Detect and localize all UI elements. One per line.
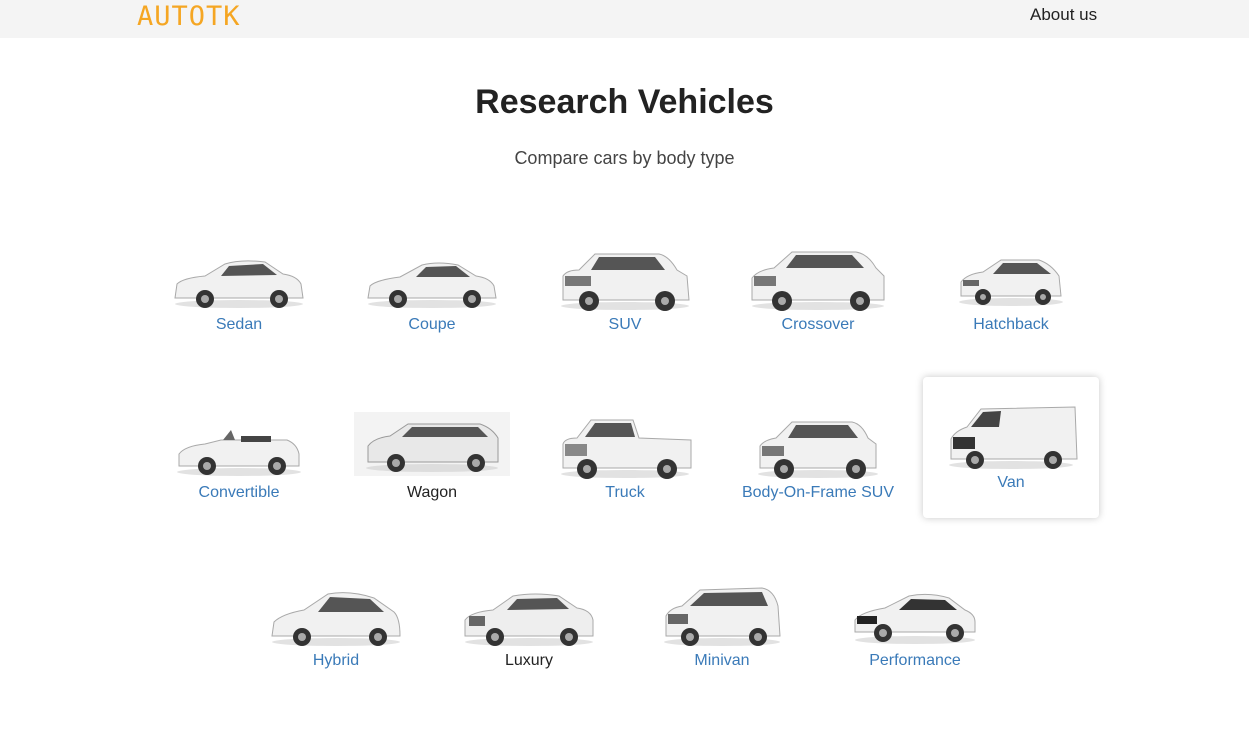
van-car-icon bbox=[949, 406, 1078, 469]
body-type-minivan[interactable]: Minivan bbox=[634, 554, 810, 694]
performance-car-icon bbox=[854, 593, 976, 644]
body-type-coupe[interactable]: Coupe bbox=[344, 218, 520, 358]
body-type-label[interactable]: Hybrid bbox=[238, 651, 434, 671]
body-type-sedan[interactable]: Sedan bbox=[151, 218, 327, 358]
convertible-car-icon bbox=[177, 430, 301, 476]
body-type-luxury[interactable]: Luxury bbox=[441, 554, 617, 694]
body-type-label[interactable]: Hatchback bbox=[913, 315, 1109, 335]
crossover-car-icon bbox=[751, 251, 885, 311]
truck-car-icon bbox=[561, 419, 692, 479]
body-type-convertible[interactable]: Convertible bbox=[151, 386, 327, 526]
body-on-frame-suv-car-icon bbox=[758, 421, 878, 479]
body-type-label[interactable]: Wagon bbox=[334, 483, 530, 503]
body-type-wagon[interactable]: Wagon bbox=[354, 386, 530, 526]
about-us-link[interactable]: About us bbox=[1030, 5, 1097, 25]
hatchback-car-icon bbox=[959, 259, 1063, 306]
body-type-hybrid[interactable]: Hybrid bbox=[248, 554, 424, 694]
body-type-suv[interactable]: SUV bbox=[537, 218, 713, 358]
top-navbar: AUTOTK About us bbox=[0, 0, 1249, 38]
body-type-label[interactable]: Luxury bbox=[431, 651, 627, 671]
body-type-label[interactable]: Coupe bbox=[334, 315, 530, 335]
luxury-car-icon bbox=[464, 593, 594, 646]
page-title: Research Vehicles bbox=[475, 83, 774, 121]
suv-car-icon bbox=[561, 253, 690, 311]
hybrid-car-icon bbox=[271, 592, 401, 646]
body-type-label[interactable]: Body-On-Frame SUV bbox=[720, 483, 916, 503]
body-type-label[interactable]: Van bbox=[913, 473, 1109, 493]
page-subtitle: Compare cars by body type bbox=[514, 148, 735, 168]
body-type-label[interactable]: Sedan bbox=[141, 315, 337, 335]
minivan-car-icon bbox=[664, 587, 781, 646]
body-type-label[interactable]: Minivan bbox=[624, 651, 820, 671]
body-type-label[interactable]: Truck bbox=[527, 483, 723, 503]
body-type-label[interactable]: Performance bbox=[817, 651, 1013, 671]
body-type-truck[interactable]: Truck bbox=[537, 386, 713, 526]
body-type-label[interactable]: Crossover bbox=[720, 315, 916, 335]
wagon-car-icon bbox=[354, 412, 510, 476]
body-type-label[interactable]: Convertible bbox=[141, 483, 337, 503]
body-type-label[interactable]: SUV bbox=[527, 315, 723, 335]
body-type-hatchback[interactable]: Hatchback bbox=[923, 218, 1099, 358]
brand-logo[interactable]: AUTOTK bbox=[137, 2, 241, 32]
body-type-crossover[interactable]: Crossover bbox=[730, 218, 906, 358]
body-type-van[interactable]: Van bbox=[923, 377, 1099, 518]
coupe-car-icon bbox=[367, 262, 497, 308]
body-type-performance[interactable]: Performance bbox=[827, 554, 1003, 694]
sedan-car-icon bbox=[174, 260, 304, 308]
body-type-body-on-frame-suv[interactable]: Body-On-Frame SUV bbox=[730, 386, 906, 526]
